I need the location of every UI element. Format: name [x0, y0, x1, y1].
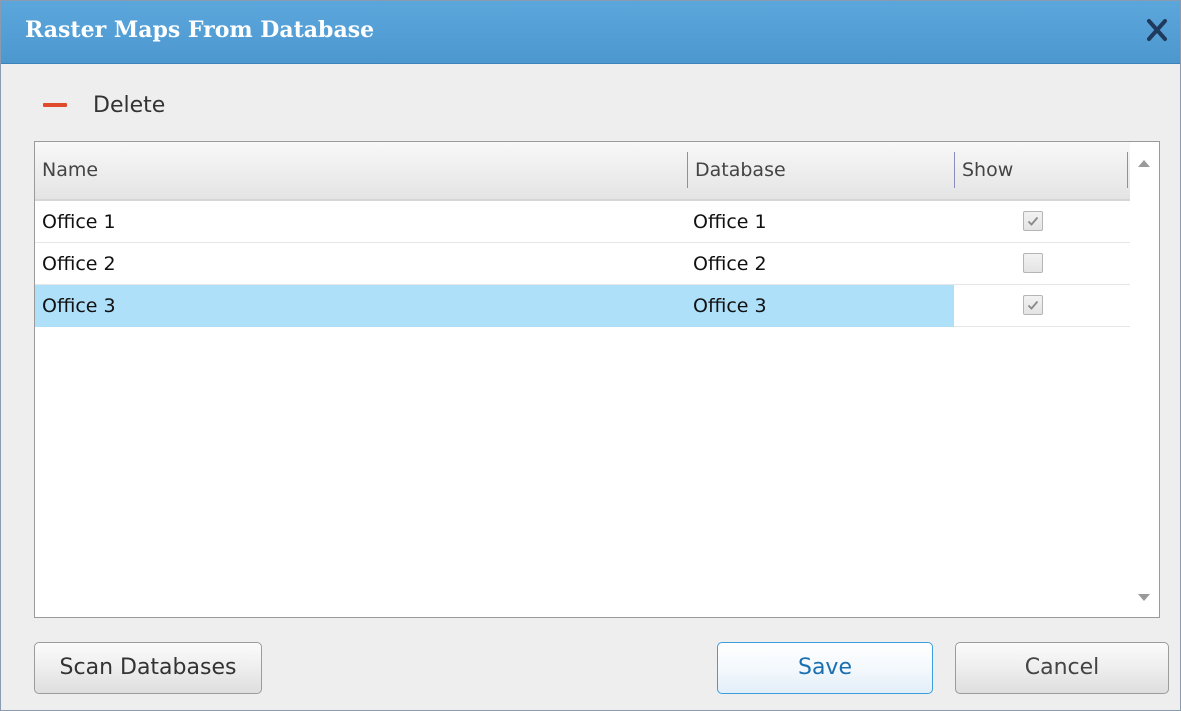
column-header-name[interactable]: Name [35, 142, 687, 199]
table-header: Name Database Show [35, 142, 1130, 201]
title-bar: Raster Maps From Database [1, 1, 1180, 64]
show-checkbox[interactable] [1023, 295, 1043, 315]
close-icon[interactable] [1140, 13, 1174, 47]
table-row[interactable]: Office 1 Office 1 [35, 201, 1130, 243]
raster-maps-dialog: Raster Maps From Database Delete Name Da… [0, 0, 1181, 711]
table-row[interactable]: Office 2 Office 2 [35, 243, 1130, 285]
column-header-show[interactable]: Show [955, 142, 1127, 199]
scroll-up-icon[interactable] [1138, 160, 1150, 167]
column-divider[interactable] [1127, 152, 1128, 188]
cell-database: Office 2 [693, 253, 767, 275]
column-header-database[interactable]: Database [688, 142, 954, 199]
selection-highlight [35, 285, 954, 327]
table-row-selected[interactable]: Office 3 Office 3 [35, 285, 1130, 327]
cell-name: Office 2 [42, 253, 116, 275]
scan-databases-button[interactable]: Scan Databases [34, 642, 262, 694]
cell-name: Office 3 [42, 295, 116, 317]
check-icon [1027, 216, 1039, 226]
dialog-title: Raster Maps From Database [25, 17, 375, 43]
scroll-down-icon[interactable] [1138, 594, 1150, 601]
save-button[interactable]: Save [717, 642, 933, 694]
minus-icon [43, 103, 67, 107]
cell-name: Office 1 [42, 211, 116, 233]
delete-button[interactable]: Delete [39, 87, 165, 123]
cell-database: Office 3 [693, 295, 767, 317]
show-checkbox[interactable] [1023, 253, 1043, 273]
cell-database: Office 1 [693, 211, 767, 233]
delete-label: Delete [93, 92, 166, 118]
check-icon [1027, 300, 1039, 310]
maps-table: Name Database Show Office 1 Office 1 Off… [34, 141, 1160, 618]
cancel-button[interactable]: Cancel [955, 642, 1169, 694]
show-checkbox[interactable] [1023, 211, 1043, 231]
vertical-scrollbar[interactable] [1130, 142, 1159, 617]
